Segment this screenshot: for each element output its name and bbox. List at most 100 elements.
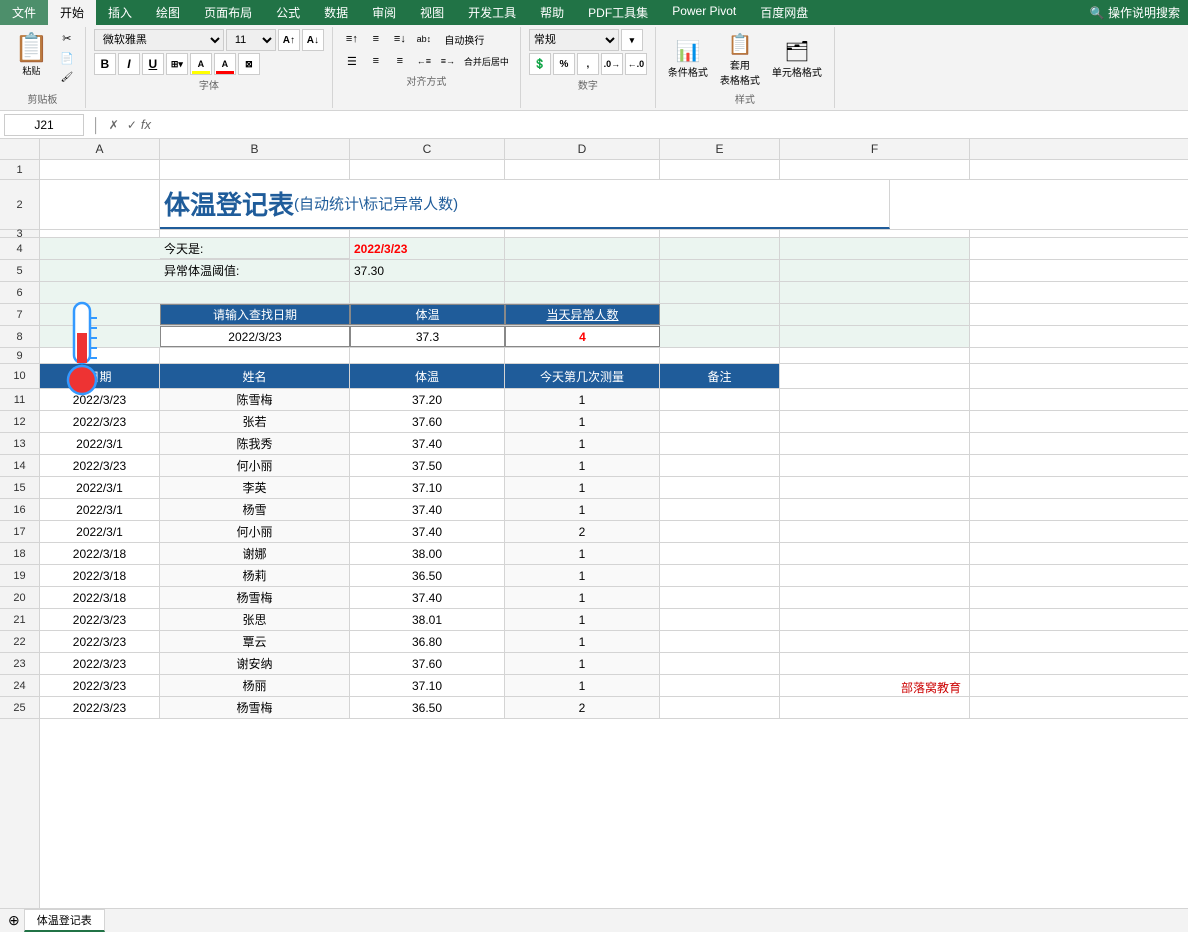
cell-c23[interactable]: 37.60 bbox=[350, 653, 505, 674]
data-header-note[interactable]: 备注 bbox=[660, 364, 780, 388]
add-sheet-button[interactable]: ⊕ bbox=[4, 912, 24, 929]
cell-a22[interactable]: 2022/3/23 bbox=[40, 631, 160, 652]
tab-dev[interactable]: 开发工具 bbox=[456, 0, 528, 25]
increase-font-button[interactable]: A↑ bbox=[278, 29, 300, 51]
tab-insert[interactable]: 插入 bbox=[96, 0, 144, 25]
cut-button[interactable]: ✂ bbox=[57, 31, 77, 49]
cell-reference-box[interactable]: J21 bbox=[4, 114, 84, 136]
cell-e7[interactable] bbox=[660, 304, 780, 325]
percent-button[interactable]: 💲 bbox=[529, 53, 551, 75]
col-header-d[interactable]: D bbox=[505, 139, 660, 159]
cell-c18[interactable]: 38.00 bbox=[350, 543, 505, 564]
col-header-e[interactable]: E bbox=[660, 139, 780, 159]
cell-e21[interactable] bbox=[660, 609, 780, 630]
align-right-button[interactable]: ≡ bbox=[389, 51, 411, 71]
cell-e13[interactable] bbox=[660, 433, 780, 454]
row-header-19[interactable]: 19 bbox=[0, 565, 39, 587]
bold-button[interactable]: B bbox=[94, 53, 116, 75]
row-header-13[interactable]: 13 bbox=[0, 433, 39, 455]
cell-a24[interactable]: 2022/3/23 bbox=[40, 675, 160, 696]
cell-c3[interactable] bbox=[350, 230, 505, 237]
align-middle-button[interactable]: ≡ bbox=[365, 29, 387, 49]
cell-a15[interactable]: 2022/3/1 bbox=[40, 477, 160, 498]
cell-e23[interactable] bbox=[660, 653, 780, 674]
cell-a3[interactable] bbox=[40, 230, 160, 237]
cell-f15[interactable] bbox=[780, 477, 970, 498]
cancel-icon[interactable]: ✗ bbox=[109, 118, 119, 132]
cell-a20[interactable]: 2022/3/18 bbox=[40, 587, 160, 608]
row-header-24[interactable]: 24 bbox=[0, 675, 39, 697]
cell-d25[interactable]: 2 bbox=[505, 697, 660, 718]
cell-b3[interactable] bbox=[160, 230, 350, 237]
cell-c14[interactable]: 37.50 bbox=[350, 455, 505, 476]
cell-c20[interactable]: 37.40 bbox=[350, 587, 505, 608]
row-header-1[interactable]: 1 bbox=[0, 160, 39, 180]
tab-layout[interactable]: 页面布局 bbox=[192, 0, 264, 25]
cell-c17[interactable]: 37.40 bbox=[350, 521, 505, 542]
cell-b16[interactable]: 杨雪 bbox=[160, 499, 350, 520]
cell-d3[interactable] bbox=[505, 230, 660, 237]
cell-d19[interactable]: 1 bbox=[505, 565, 660, 586]
cell-f11[interactable] bbox=[780, 389, 970, 410]
col-header-b[interactable]: B bbox=[160, 139, 350, 159]
decimal-increase-button[interactable]: .0→ bbox=[601, 53, 623, 75]
cell-b18[interactable]: 谢娜 bbox=[160, 543, 350, 564]
data-header-date[interactable]: 日期 bbox=[40, 364, 160, 388]
font-more-button[interactable]: ⊠ bbox=[238, 53, 260, 75]
tab-pdf[interactable]: PDF工具集 bbox=[576, 0, 660, 25]
cell-d1[interactable] bbox=[505, 160, 660, 179]
cell-e15[interactable] bbox=[660, 477, 780, 498]
cell-d18[interactable]: 1 bbox=[505, 543, 660, 564]
cell-a25[interactable]: 2022/3/23 bbox=[40, 697, 160, 718]
cell-d23[interactable]: 1 bbox=[505, 653, 660, 674]
col-header-c[interactable]: C bbox=[350, 139, 505, 159]
cell-a21[interactable]: 2022/3/23 bbox=[40, 609, 160, 630]
cell-f21[interactable] bbox=[780, 609, 970, 630]
cell-a19[interactable]: 2022/3/18 bbox=[40, 565, 160, 586]
cell-d15[interactable]: 1 bbox=[505, 477, 660, 498]
cell-e18[interactable] bbox=[660, 543, 780, 564]
cell-f5[interactable] bbox=[780, 260, 970, 281]
cell-e4[interactable] bbox=[660, 238, 780, 259]
row-header-4[interactable]: 4 bbox=[0, 238, 39, 260]
tab-help[interactable]: 帮助 bbox=[528, 0, 576, 25]
cell-d22[interactable]: 1 bbox=[505, 631, 660, 652]
row-header-12[interactable]: 12 bbox=[0, 411, 39, 433]
cell-e1[interactable] bbox=[660, 160, 780, 179]
conditional-format-button[interactable]: 📊 条件格式 bbox=[664, 37, 712, 81]
row-header-2[interactable]: 2 bbox=[0, 180, 39, 230]
cell-c22[interactable]: 36.80 bbox=[350, 631, 505, 652]
cell-b17[interactable]: 何小丽 bbox=[160, 521, 350, 542]
cell-a23[interactable]: 2022/3/23 bbox=[40, 653, 160, 674]
sheet-tab-main[interactable]: 体温登记表 bbox=[24, 909, 105, 932]
cell-e12[interactable] bbox=[660, 411, 780, 432]
cell-c13[interactable]: 37.40 bbox=[350, 433, 505, 454]
align-bottom-button[interactable]: ≡↓ bbox=[389, 29, 411, 49]
cell-e3[interactable] bbox=[660, 230, 780, 237]
tab-formula[interactable]: 公式 bbox=[264, 0, 312, 25]
cell-d21[interactable]: 1 bbox=[505, 609, 660, 630]
cell-c5[interactable]: 37.30 bbox=[350, 260, 505, 281]
row-header-17[interactable]: 17 bbox=[0, 521, 39, 543]
cell-d16[interactable]: 1 bbox=[505, 499, 660, 520]
query-header-abnormal[interactable]: 当天异常人数 bbox=[505, 304, 660, 325]
row-header-21[interactable]: 21 bbox=[0, 609, 39, 631]
auto-wrap-button[interactable]: 自动换行 bbox=[437, 29, 492, 49]
cell-b22[interactable]: 覃云 bbox=[160, 631, 350, 652]
cell-c19[interactable]: 36.50 bbox=[350, 565, 505, 586]
number-format-selector[interactable]: 常规 bbox=[529, 29, 619, 51]
border-button[interactable]: ⊞▾ bbox=[166, 53, 188, 75]
cell-c6[interactable] bbox=[350, 282, 505, 303]
indent-decrease-button[interactable]: ←≡ bbox=[413, 51, 435, 71]
formula-input[interactable] bbox=[155, 118, 1184, 132]
row-header-25[interactable]: 25 bbox=[0, 697, 39, 719]
cell-f17[interactable] bbox=[780, 521, 970, 542]
cell-d14[interactable]: 1 bbox=[505, 455, 660, 476]
row-header-11[interactable]: 11 bbox=[0, 389, 39, 411]
row-header-3[interactable]: 3 bbox=[0, 230, 39, 238]
indent-increase-button[interactable]: ≡→ bbox=[437, 51, 459, 71]
query-header-temp[interactable]: 体温 bbox=[350, 304, 505, 325]
cell-f3[interactable] bbox=[780, 230, 970, 237]
cell-d24[interactable]: 1 bbox=[505, 675, 660, 696]
cell-f9[interactable] bbox=[780, 348, 970, 363]
